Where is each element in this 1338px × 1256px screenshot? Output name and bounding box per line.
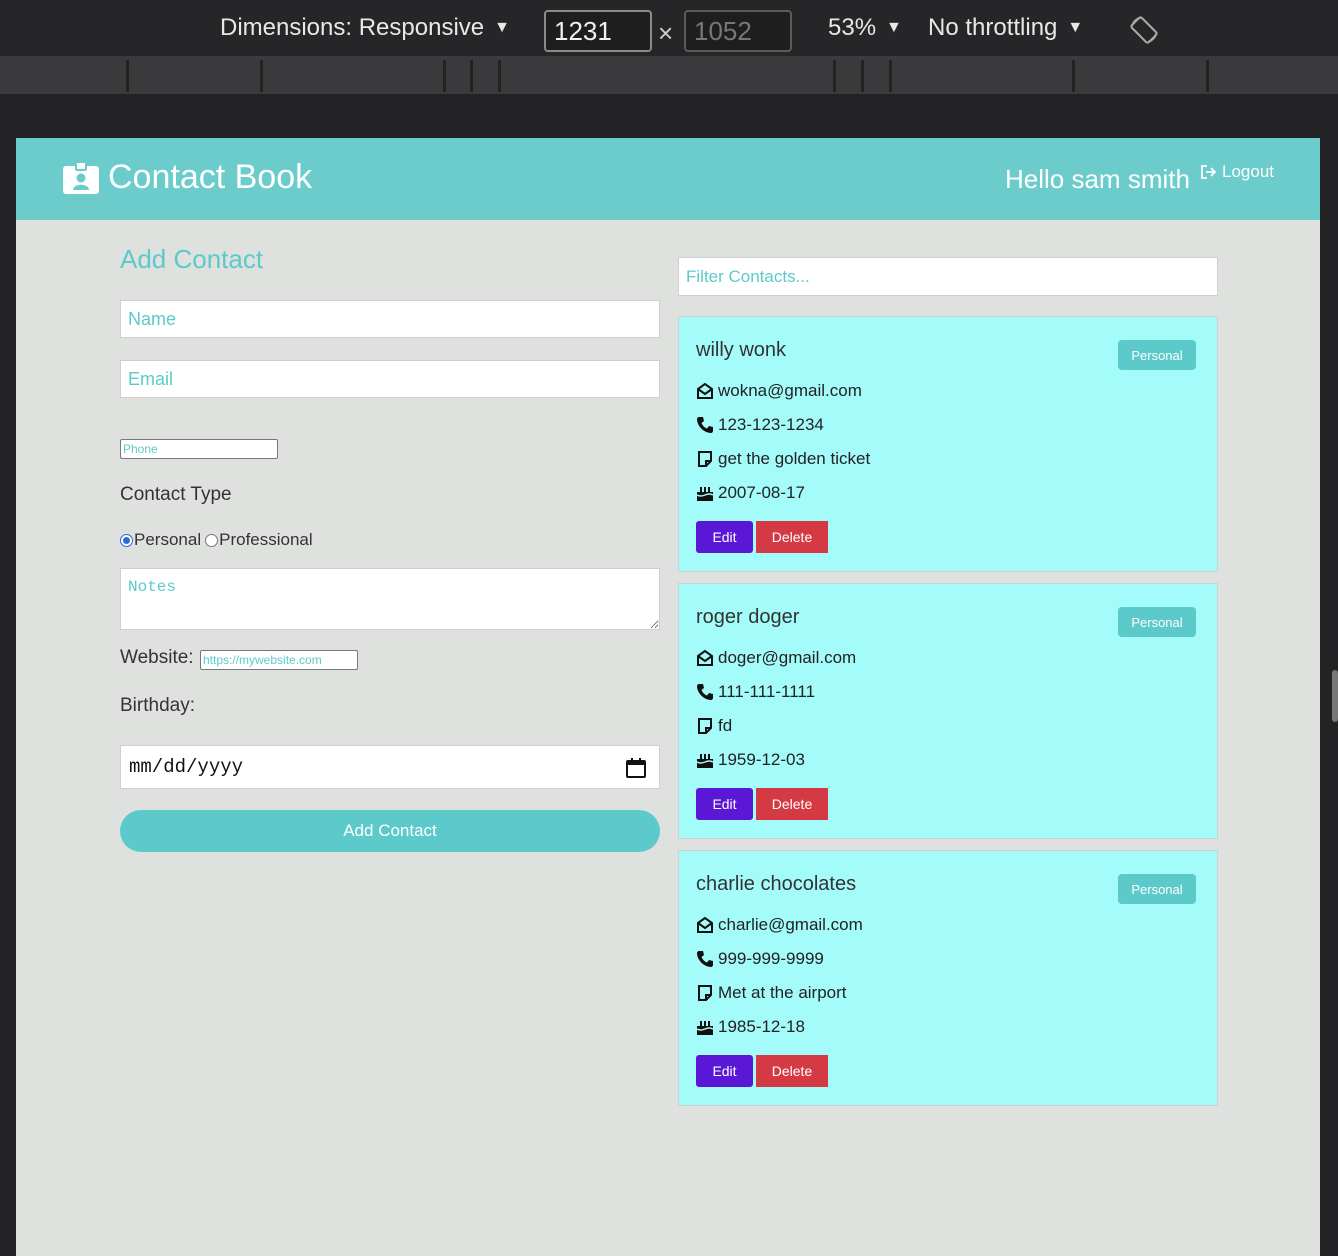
- height-input[interactable]: [684, 10, 792, 52]
- zoom-label: 53%: [828, 14, 877, 41]
- contact-type-badge: Personal: [1118, 607, 1196, 637]
- contact-type-radio-group: Personal Professional: [120, 530, 313, 550]
- edit-button[interactable]: Edit: [696, 521, 753, 553]
- contact-phone: 123-123-1234: [696, 415, 824, 435]
- birthday-date-input[interactable]: mm/dd/yyyy: [120, 745, 660, 789]
- contact-phone: 999-999-9999: [696, 949, 824, 969]
- personal-radio[interactable]: [120, 533, 133, 547]
- devtools-toolbar: Dimensions: Responsive ▼ × 53% ▼ No thro…: [0, 0, 1338, 58]
- contact-email-text: doger@gmail.com: [718, 648, 857, 667]
- name-input[interactable]: [120, 300, 660, 338]
- dimensions-label: Dimensions: Responsive: [220, 14, 485, 41]
- contact-notes: get the golden ticket: [696, 449, 870, 469]
- contact-name: charlie chocolates: [696, 873, 857, 895]
- contact-type-badge: Personal: [1118, 340, 1196, 370]
- sign-out-icon: [1201, 165, 1217, 179]
- filter-contacts-input[interactable]: [678, 257, 1218, 296]
- sticky-note-icon: [698, 985, 712, 1001]
- contact-notes: Met at the airport: [696, 983, 847, 1003]
- contact-card: roger doger Personal doger@gmail.com 111…: [678, 583, 1218, 839]
- contact-email: wokna@gmail.com: [696, 381, 862, 401]
- contact-notes-text: get the golden ticket: [718, 449, 871, 468]
- contact-card: charlie chocolates Personal charlie@gmai…: [678, 850, 1218, 1106]
- calendar-icon[interactable]: [625, 757, 647, 779]
- website-input[interactable]: [200, 650, 358, 670]
- contact-email: doger@gmail.com: [696, 648, 856, 668]
- scrollbar[interactable]: [1332, 670, 1338, 722]
- contact-notes: fd: [696, 716, 732, 736]
- logout-label: Logout: [1222, 162, 1274, 181]
- contact-birthday: 2007-08-17: [696, 483, 805, 503]
- contact-email: charlie@gmail.com: [696, 915, 863, 935]
- contact-birthday: 1959-12-03: [696, 750, 805, 770]
- dimensions-dropdown[interactable]: Dimensions: Responsive ▼: [220, 14, 510, 42]
- professional-radio[interactable]: [205, 533, 219, 547]
- sticky-note-icon: [698, 718, 712, 734]
- media-query-ruler[interactable]: [0, 58, 1338, 94]
- caret-down-icon: ▼: [1067, 19, 1084, 36]
- birthday-cake-icon: [696, 1021, 714, 1035]
- contact-phone-text: 123-123-1234: [718, 415, 824, 434]
- notes-textarea[interactable]: [120, 568, 660, 630]
- birthday-cake-icon: [696, 754, 714, 768]
- page-viewport: Contact Book Hello sam smith Logout Add …: [16, 138, 1320, 1256]
- rotate-icon[interactable]: [1128, 14, 1160, 46]
- phone-icon: [697, 417, 713, 433]
- contact-birthday-text: 1959-12-03: [718, 750, 805, 769]
- contact-name: willy wonk: [696, 339, 787, 361]
- email-input[interactable]: [120, 360, 660, 398]
- personal-radio-label: Personal: [134, 530, 202, 549]
- form-title: Add Contact: [120, 244, 264, 274]
- sticky-note-icon: [698, 451, 712, 467]
- phone-icon: [697, 684, 713, 700]
- contact-birthday: 1985-12-18: [696, 1017, 805, 1037]
- envelope-open-icon: [697, 382, 713, 399]
- caret-down-icon: ▼: [494, 19, 510, 36]
- contact-notes-text: Met at the airport: [718, 983, 847, 1002]
- contact-notes-text: fd: [718, 716, 733, 735]
- birthday-cake-icon: [696, 487, 714, 501]
- contact-email-text: charlie@gmail.com: [718, 915, 863, 934]
- zoom-dropdown[interactable]: 53% ▼: [828, 14, 902, 42]
- times-icon: ×: [658, 18, 674, 48]
- throttling-dropdown[interactable]: No throttling ▼: [928, 14, 1083, 42]
- contact-phone-text: 111-111-1111: [718, 682, 816, 701]
- add-contact-button[interactable]: Add Contact: [120, 810, 660, 852]
- professional-radio-label: Professional: [219, 530, 313, 549]
- contact-type-label: Contact Type: [120, 484, 232, 505]
- phone-input[interactable]: [120, 439, 278, 459]
- contact-phone-text: 999-999-9999: [718, 949, 824, 968]
- caret-down-icon: ▼: [886, 19, 902, 36]
- delete-button[interactable]: Delete: [756, 788, 828, 820]
- brand-title: Contact Book: [108, 158, 313, 196]
- website-label: Website:: [120, 647, 194, 668]
- envelope-open-icon: [697, 916, 713, 933]
- contact-phone: 111-111-1111: [696, 682, 815, 702]
- envelope-open-icon: [697, 649, 713, 666]
- brand[interactable]: Contact Book: [62, 158, 312, 197]
- delete-button[interactable]: Delete: [756, 521, 828, 553]
- logout-link[interactable]: Logout: [1200, 162, 1274, 182]
- throttling-label: No throttling: [928, 14, 1058, 41]
- contact-name: roger doger: [696, 606, 800, 628]
- edit-button[interactable]: Edit: [696, 1055, 753, 1087]
- contact-email-text: wokna@gmail.com: [718, 381, 862, 400]
- birthday-label: Birthday:: [120, 695, 195, 716]
- contact-birthday-text: 1985-12-18: [718, 1017, 805, 1036]
- contact-birthday-text: 2007-08-17: [718, 483, 805, 502]
- edit-button[interactable]: Edit: [696, 788, 753, 820]
- width-input[interactable]: [544, 10, 652, 52]
- contact-card: willy wonk Personal wokna@gmail.com 123-…: [678, 316, 1218, 572]
- contact-type-badge: Personal: [1118, 874, 1196, 904]
- phone-icon: [697, 951, 713, 967]
- id-badge-icon: [63, 160, 99, 194]
- navbar: Contact Book Hello sam smith Logout: [16, 138, 1320, 220]
- delete-button[interactable]: Delete: [756, 1055, 828, 1087]
- date-placeholder: mm/dd/yyyy: [129, 756, 244, 778]
- user-greeting: Hello sam smith: [1005, 164, 1190, 194]
